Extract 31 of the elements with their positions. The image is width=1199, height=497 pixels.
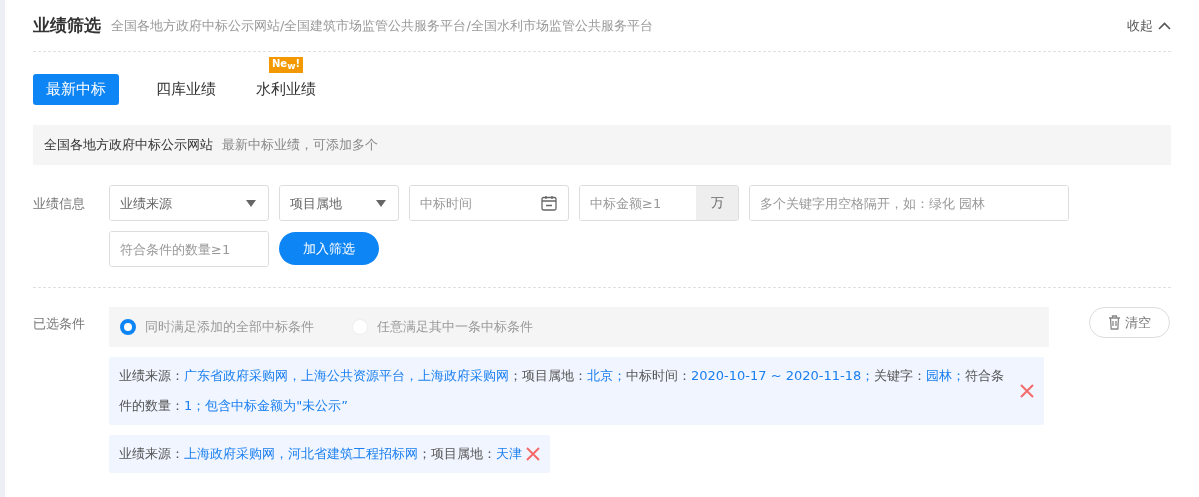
- dropdown[interactable]: 业绩来源: [109, 185, 269, 221]
- radio-option[interactable]: 同时满足添加的全部中标条件: [120, 318, 314, 336]
- trash-icon: [1108, 315, 1121, 330]
- condition-text: 业绩来源：广东省政府采购网，上海公共资源平台，上海政府采购网；项目属地：北京；中标时间：2020-10-17 ~ 2020-11-18；关键字：园林；符合条件的数量：1；包含中标金额为"未公示”: [119, 367, 1006, 415]
- input-field[interactable]: 中标金额≥1 万: [579, 185, 739, 221]
- tab[interactable]: 四库业绩: [143, 74, 229, 105]
- new-badge: Ne$_{w}$!: [269, 57, 303, 73]
- source-hint: 最新中标业绩，可添加多个: [222, 136, 378, 154]
- collapse-link[interactable]: 收起: [1127, 16, 1171, 35]
- source-name: 全国各地方政府中标公示网站: [44, 136, 213, 154]
- condition-text: 业绩来源：上海政府采购网，河北省建筑工程招标网；项目属地：天津: [119, 445, 522, 463]
- date-field[interactable]: 中标时间: [409, 185, 569, 221]
- section-title: 业绩筛选: [33, 14, 101, 37]
- tab[interactable]: 水利业绩: [243, 74, 329, 105]
- clear-button[interactable]: 清空: [1089, 307, 1170, 338]
- add-filter-button[interactable]: 加入筛选: [279, 232, 379, 265]
- form-label: 业绩信息: [33, 195, 86, 213]
- tab[interactable]: 最新中标: [33, 74, 119, 105]
- dropdown-caret-icon: [376, 199, 386, 207]
- form-label: 已选条件: [33, 315, 86, 333]
- close-icon[interactable]: [526, 447, 540, 461]
- chevron-up-icon: [1158, 21, 1171, 30]
- close-icon[interactable]: [1020, 384, 1034, 398]
- calendar-icon: [541, 195, 557, 211]
- radio-icon[interactable]: [120, 319, 136, 335]
- section-subtitle: 全国各地方政府中标公示网站/全国建筑市场监管公共服务平台/全国水利市场监管公共服务平台: [111, 16, 654, 35]
- input-field[interactable]: 多个关键字用空格隔开，如：绿化 园林: [749, 185, 1069, 221]
- dropdown-caret-icon: [246, 199, 256, 207]
- input-field[interactable]: 符合条件的数量≥1: [109, 231, 269, 267]
- dropdown[interactable]: 项目属地: [279, 185, 399, 221]
- unit-label: 万: [696, 186, 738, 220]
